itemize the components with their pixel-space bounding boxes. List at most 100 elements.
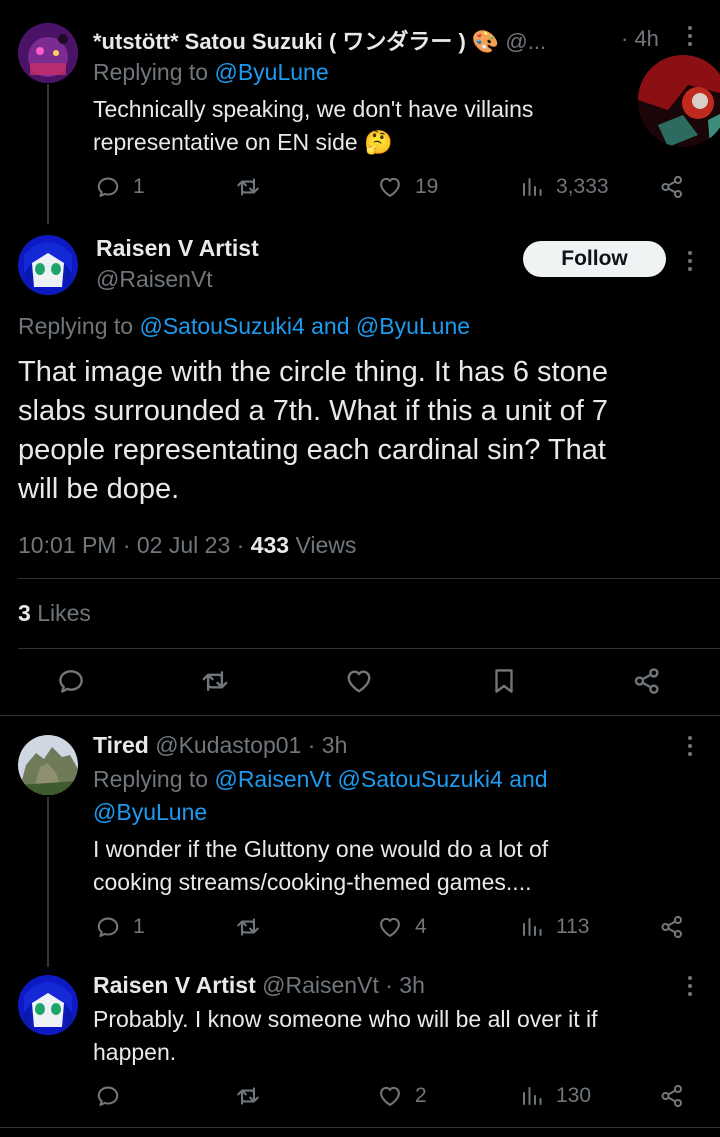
share-icon	[659, 174, 685, 200]
like-button[interactable]	[344, 666, 374, 696]
share-button[interactable]	[659, 174, 685, 200]
replying-label: Replying to	[93, 766, 209, 792]
share-button[interactable]	[632, 666, 662, 696]
more-icon[interactable]	[687, 26, 693, 50]
mention-link[interactable]: @SatouSuzuki4	[338, 766, 503, 792]
more-icon[interactable]	[687, 251, 693, 275]
avatar[interactable]	[18, 23, 78, 83]
retweet-icon	[234, 1083, 262, 1109]
heart-icon	[344, 666, 374, 696]
mention-link[interactable]: @ByuLune	[356, 313, 470, 339]
handle[interactable]: @RaisenVt	[262, 972, 379, 998]
views-button[interactable]: 3,333	[520, 174, 609, 200]
share-button[interactable]	[659, 1083, 685, 1109]
share-icon	[632, 666, 662, 696]
handle[interactable]: @RaisenVt	[96, 266, 213, 293]
display-name[interactable]: *utstött* Satou Suzuki ( ワンダラー )	[93, 29, 466, 54]
replying-to: Replying to @SatouSuzuki4 and @ByuLune	[18, 313, 470, 340]
handle[interactable]: @...	[505, 29, 546, 54]
mention-link[interactable]: @SatouSuzuki4	[139, 313, 304, 339]
views-button[interactable]: 130	[520, 1083, 591, 1109]
retweet-icon	[234, 914, 262, 940]
reply-button[interactable]: 1	[95, 914, 145, 940]
tweet-text-line: Technically speaking, we don't have vill…	[93, 96, 534, 122]
mention-link[interactable]: @RaisenVt	[214, 766, 331, 792]
avatar[interactable]	[18, 735, 78, 795]
share-button[interactable]	[659, 914, 685, 940]
divider	[18, 648, 720, 649]
replying-to: Replying to @ByuLune	[93, 59, 329, 86]
divider	[0, 1127, 720, 1128]
divider	[18, 578, 720, 579]
heart-icon	[377, 1083, 403, 1109]
handle[interactable]: @Kudastop01	[155, 732, 301, 758]
avatar[interactable]	[18, 235, 78, 295]
like-count: 2	[415, 1084, 427, 1107]
timestamp[interactable]: · 3h	[385, 972, 425, 998]
and-label: and	[509, 766, 548, 792]
display-name[interactable]: Tired	[93, 732, 149, 758]
avatar-image	[18, 23, 78, 83]
more-icon[interactable]	[687, 736, 693, 760]
mention-link[interactable]: @ByuLune	[93, 799, 207, 826]
thread-line	[47, 84, 49, 224]
like-count: 19	[415, 175, 439, 198]
tweet-text: Technically speaking, we don't have vill…	[93, 93, 533, 159]
media-thumbnail[interactable]	[638, 55, 720, 147]
like-button[interactable]: 2	[377, 1083, 427, 1109]
replying-to: Replying to @RaisenVt @SatouSuzuki4 and	[93, 766, 548, 793]
views-count: 113	[556, 915, 590, 938]
bookmark-icon	[489, 666, 519, 696]
tweet-text-line: I wonder if the Gluttony one would do a …	[93, 836, 549, 862]
mention-link[interactable]: @ByuLune	[214, 59, 328, 85]
and-label: and	[311, 313, 350, 339]
reply-icon	[95, 914, 121, 940]
tweet-header: Raisen V Artist @RaisenVt · 3h	[93, 972, 425, 999]
likes-summary[interactable]: 3 Likes	[18, 600, 91, 627]
display-name[interactable]: Raisen V Artist	[96, 235, 259, 262]
like-button[interactable]: 19	[377, 174, 438, 200]
likes-label: Likes	[37, 600, 91, 626]
like-button[interactable]: 4	[377, 914, 427, 940]
timestamp[interactable]: 10:01 PM · 02 Jul 23 ·	[18, 532, 244, 558]
tweet-text-line: cooking streams/cooking-themed games....	[93, 869, 532, 895]
timestamp[interactable]: · 3h	[308, 732, 348, 758]
retweet-button[interactable]	[234, 174, 262, 200]
views-count: 3,333	[556, 175, 609, 198]
tweet-text: Probably. I know someone who will be all…	[93, 1003, 598, 1069]
avatar-image	[18, 975, 78, 1035]
retweet-button[interactable]	[234, 1083, 262, 1109]
reply-button[interactable]	[95, 1083, 121, 1109]
replying-label: Replying to	[18, 313, 134, 339]
views-icon	[520, 914, 544, 940]
views-button[interactable]: 113	[520, 914, 589, 940]
tweet-text-line: happen.	[93, 1039, 177, 1065]
like-count: 4	[415, 915, 427, 938]
tweet-text: I wonder if the Gluttony one would do a …	[93, 833, 548, 899]
bookmark-button[interactable]	[489, 666, 519, 696]
avatar[interactable]	[18, 975, 78, 1035]
retweet-icon	[199, 666, 231, 696]
thread-line	[47, 797, 49, 967]
avatar-image	[18, 735, 78, 795]
thumbnail-image	[638, 55, 720, 147]
display-name[interactable]: Raisen V Artist	[93, 972, 256, 998]
timestamp[interactable]: · 4h	[621, 26, 659, 52]
follow-button[interactable]: Follow	[523, 241, 666, 277]
share-icon	[659, 914, 685, 940]
retweet-button[interactable]	[234, 914, 262, 940]
retweet-button[interactable]	[199, 666, 231, 696]
more-icon[interactable]	[687, 976, 693, 1000]
tweet-text: That image with the circle thing. It has…	[18, 353, 608, 509]
reply-button[interactable]	[56, 666, 86, 696]
divider	[0, 715, 720, 716]
reply-button[interactable]: 1	[95, 174, 145, 200]
reply-icon	[95, 1083, 121, 1109]
views-label: Views	[295, 532, 357, 558]
views-count: 433	[250, 532, 290, 558]
tweet-header: *utstött* Satou Suzuki ( ワンダラー ) 🎨 @...	[93, 24, 546, 56]
likes-count: 3	[18, 600, 31, 626]
avatar-image	[18, 235, 78, 295]
replying-label: Replying to	[93, 59, 209, 85]
tweet-text-line: Probably. I know someone who will be all…	[93, 1006, 598, 1032]
